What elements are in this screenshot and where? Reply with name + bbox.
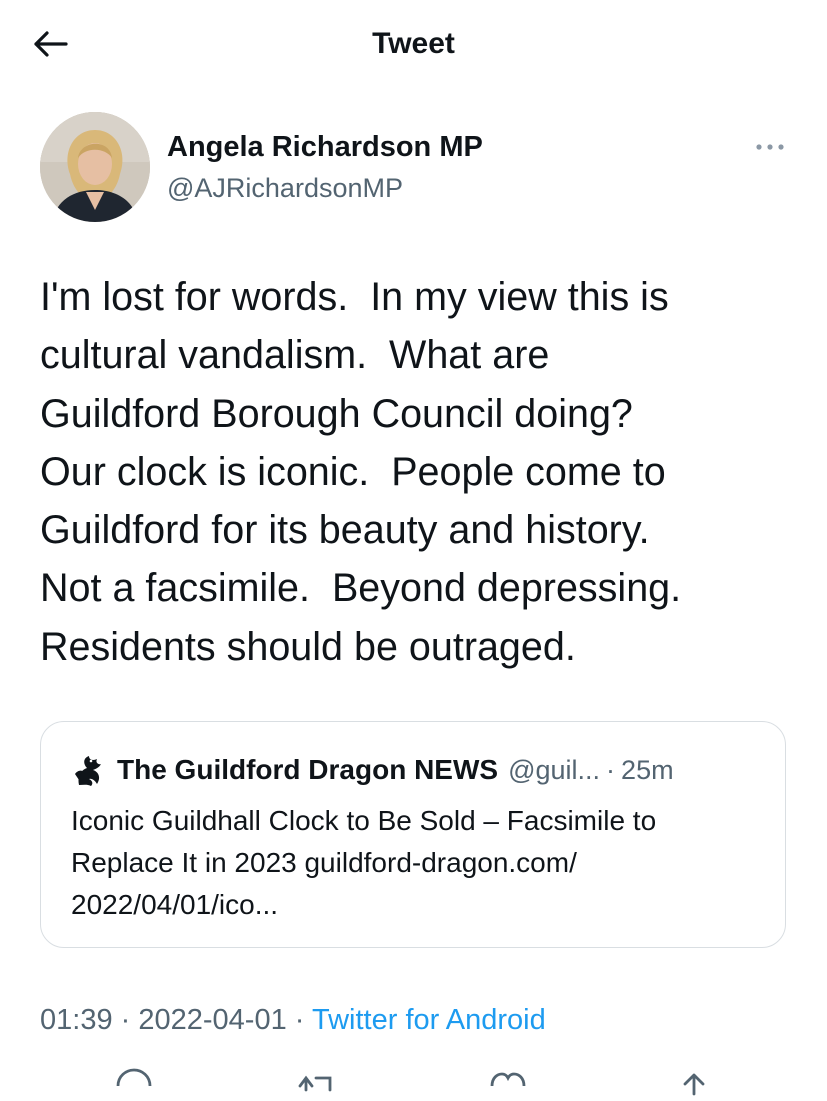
reply-button[interactable]	[112, 1066, 156, 1096]
quoted-tweet-time: 25m	[621, 754, 674, 785]
more-options-button[interactable]	[748, 132, 792, 162]
top-bar: Tweet	[0, 0, 827, 90]
like-icon	[490, 1072, 526, 1087]
reply-icon	[116, 1068, 152, 1087]
dot-separator: ·	[294, 1004, 305, 1036]
retweet-icon	[298, 1075, 332, 1092]
dragon-logo-icon	[71, 752, 107, 788]
share-button[interactable]	[672, 1066, 716, 1096]
quoted-tweet-header: The Guildford Dragon NEWS @guil... · 25m	[71, 750, 674, 790]
dot-separator: ·	[120, 1004, 131, 1036]
quoted-tweet[interactable]: The Guildford Dragon NEWS @guil... · 25m…	[40, 721, 786, 948]
author-handle[interactable]: @AJRichardsonMP	[167, 170, 403, 206]
share-icon	[683, 1073, 705, 1096]
author-display-name[interactable]: Angela Richardson MP	[167, 128, 483, 166]
retweet-button[interactable]	[296, 1066, 340, 1096]
quoted-tweet-text: Iconic Guildhall Clock to Be Sold – Facs…	[71, 805, 657, 920]
tweet-author: Angela Richardson MP @AJRichardsonMP	[40, 112, 800, 224]
tweet-date: 2022-04-01	[138, 1004, 287, 1036]
page-title: Tweet	[372, 27, 455, 60]
quoted-author-handle: @guil...	[508, 754, 601, 785]
avatar[interactable]	[40, 112, 150, 222]
tweet-actions	[0, 1066, 827, 1096]
ellipsis-icon	[756, 144, 784, 150]
quoted-author-name: The Guildford Dragon NEWS	[117, 754, 499, 785]
tweet-metadata: 01:39 · 2022-04-01 · Twitter for Android	[40, 1000, 546, 1040]
tweet-text: I'm lost for words. In my view this is c…	[40, 275, 682, 669]
tweet-source-link[interactable]: Twitter for Android	[312, 1004, 546, 1036]
like-button[interactable]	[486, 1066, 530, 1096]
tweet-time: 01:39	[40, 1004, 113, 1036]
dot-separator: ·	[606, 754, 616, 785]
profile-photo	[40, 112, 150, 222]
